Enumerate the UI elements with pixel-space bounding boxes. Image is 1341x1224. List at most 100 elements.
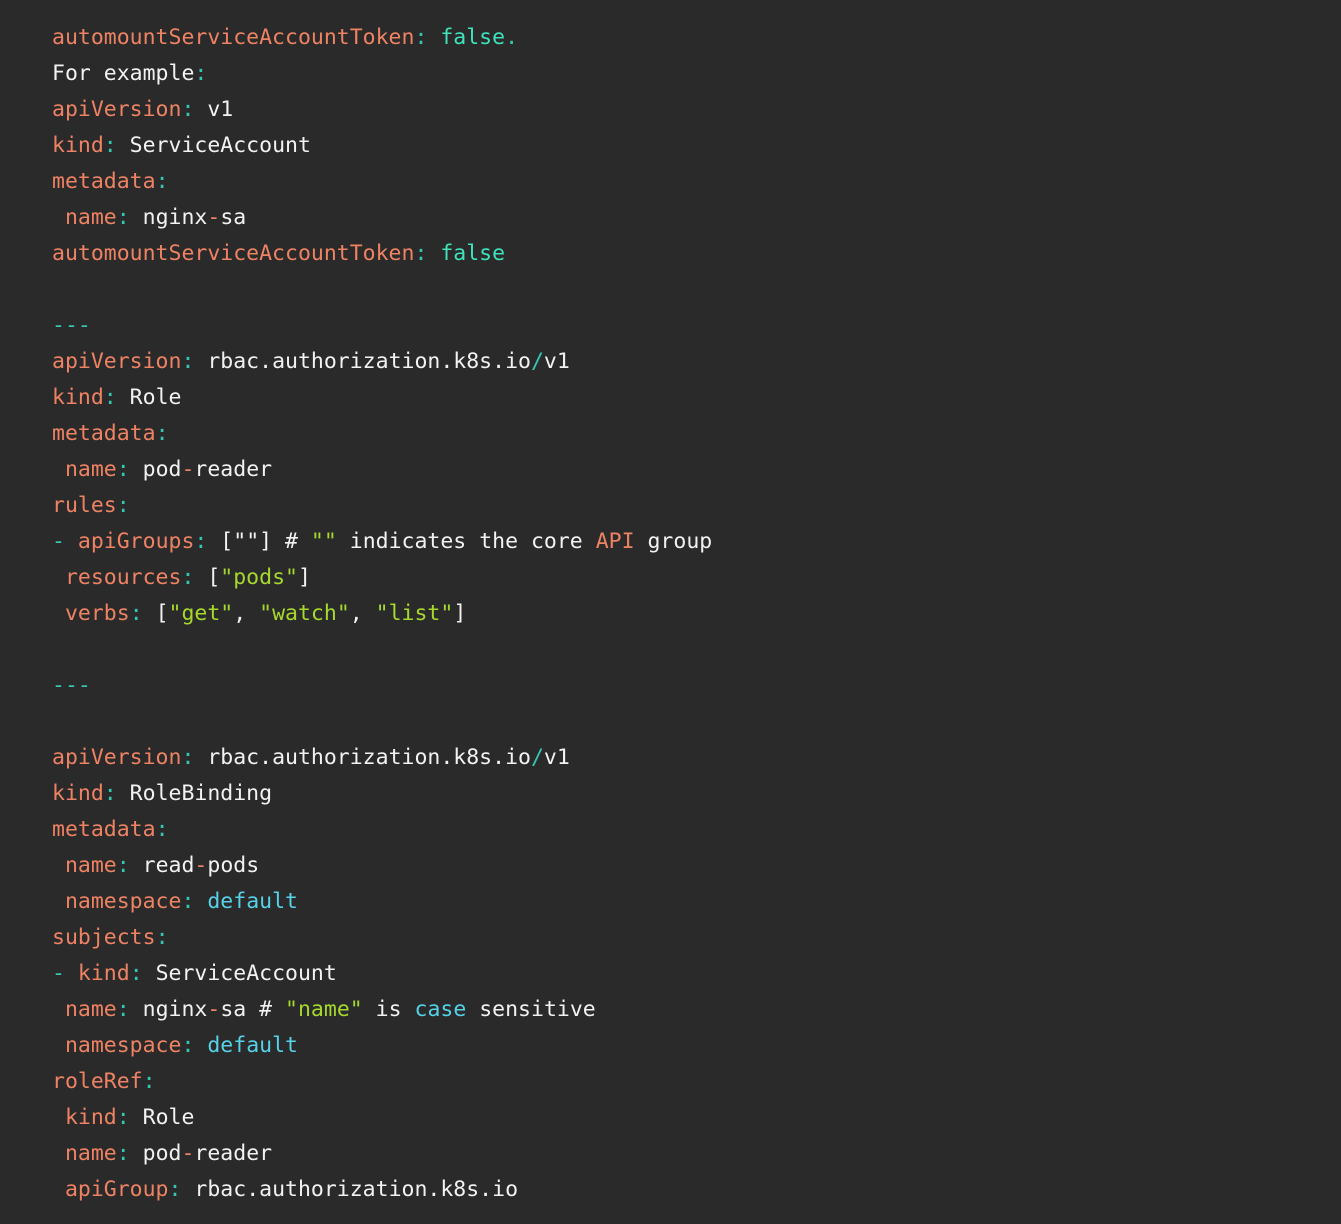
token-text bbox=[52, 1141, 65, 1166]
token-text bbox=[52, 1177, 65, 1202]
code-line: resources: ["pods"] bbox=[52, 560, 1317, 596]
token-key: kind bbox=[52, 781, 104, 806]
token-punc: --- bbox=[52, 673, 91, 698]
token-str: "watch" bbox=[259, 601, 350, 626]
token-punc: : bbox=[156, 421, 169, 446]
token-key: metadata bbox=[52, 169, 156, 194]
token-str: "name" bbox=[285, 997, 363, 1022]
code-line bbox=[52, 272, 1317, 308]
token-text: group bbox=[635, 529, 713, 554]
token-punc: : bbox=[181, 349, 194, 374]
token-punc: : bbox=[104, 781, 117, 806]
code-line: name: nginx-sa # "name" is case sensitiv… bbox=[52, 992, 1317, 1028]
token-key: - bbox=[207, 205, 220, 230]
token-text: [ bbox=[143, 601, 169, 626]
code-line: --- bbox=[52, 668, 1317, 704]
token-punc: : bbox=[117, 205, 130, 230]
code-line: --- bbox=[52, 308, 1317, 344]
token-key: apiVersion bbox=[52, 745, 181, 770]
token-key: name bbox=[65, 997, 117, 1022]
token-text bbox=[52, 457, 65, 482]
token-text: ] bbox=[453, 601, 466, 626]
token-key: subjects bbox=[52, 925, 156, 950]
token-punc: : bbox=[156, 817, 169, 842]
token-punc: : bbox=[130, 601, 143, 626]
code-line: namespace: default bbox=[52, 884, 1317, 920]
token-key: kind bbox=[52, 385, 104, 410]
token-punc: : bbox=[156, 925, 169, 950]
token-key: API bbox=[596, 529, 635, 554]
token-punc: : bbox=[130, 961, 143, 986]
token-key: apiGroups bbox=[78, 529, 195, 554]
token-text bbox=[52, 1033, 65, 1058]
code-line: kind: Role bbox=[52, 1100, 1317, 1136]
code-line: automountServiceAccountToken: false. bbox=[52, 20, 1317, 56]
token-text: indicates the core bbox=[337, 529, 596, 554]
token-punc: : bbox=[181, 565, 194, 590]
token-text bbox=[65, 529, 78, 554]
code-line: apiGroup: rbac.authorization.k8s.io bbox=[52, 1172, 1317, 1208]
token-punc: : bbox=[414, 25, 427, 50]
code-line: namespace: default bbox=[52, 1028, 1317, 1064]
token-kw: default bbox=[207, 1033, 298, 1058]
token-key: apiVersion bbox=[52, 97, 181, 122]
token-text: pod bbox=[130, 457, 182, 482]
token-punc: : bbox=[104, 133, 117, 158]
token-punc: : bbox=[104, 385, 117, 410]
token-text: ServiceAccount bbox=[143, 961, 337, 986]
code-line: name: nginx-sa bbox=[52, 200, 1317, 236]
token-text: Role bbox=[117, 385, 182, 410]
code-line: rules: bbox=[52, 488, 1317, 524]
token-text bbox=[194, 889, 207, 914]
token-text: [ bbox=[194, 565, 220, 590]
token-text bbox=[52, 889, 65, 914]
token-key: automountServiceAccountToken bbox=[52, 25, 414, 50]
token-text: nginx bbox=[130, 997, 208, 1022]
token-text: rbac.authorization.k8s.io bbox=[181, 1177, 518, 1202]
token-punc: : bbox=[117, 493, 130, 518]
token-key: resources bbox=[65, 565, 182, 590]
token-bool: false bbox=[440, 25, 505, 50]
token-key: kind bbox=[78, 961, 130, 986]
token-punc: . bbox=[505, 25, 518, 50]
token-punc: : bbox=[117, 853, 130, 878]
code-block: automountServiceAccountToken: false.For … bbox=[0, 0, 1341, 1224]
code-line: name: read-pods bbox=[52, 848, 1317, 884]
code-line: name: pod-reader bbox=[52, 452, 1317, 488]
token-text: , bbox=[233, 601, 259, 626]
code-line: subjects: bbox=[52, 920, 1317, 956]
token-bool: false bbox=[440, 241, 505, 266]
token-text: v1 bbox=[544, 745, 570, 770]
code-line: metadata: bbox=[52, 812, 1317, 848]
token-text bbox=[52, 997, 65, 1022]
token-key: rules bbox=[52, 493, 117, 518]
code-line bbox=[52, 632, 1317, 668]
token-key: metadata bbox=[52, 817, 156, 842]
token-key: verbs bbox=[65, 601, 130, 626]
code-line: automountServiceAccountToken: false bbox=[52, 236, 1317, 272]
token-key: kind bbox=[52, 133, 104, 158]
token-str: "pods" bbox=[220, 565, 298, 590]
token-key: name bbox=[65, 205, 117, 230]
token-key: name bbox=[65, 457, 117, 482]
token-key: - bbox=[181, 1141, 194, 1166]
token-punc: : bbox=[143, 1069, 156, 1094]
token-text: [""] # bbox=[207, 529, 311, 554]
token-key: namespace bbox=[65, 889, 182, 914]
token-punc: / bbox=[531, 745, 544, 770]
code-line: apiVersion: rbac.authorization.k8s.io/v1 bbox=[52, 740, 1317, 776]
token-text: rbac.authorization.k8s.io bbox=[194, 745, 531, 770]
token-text: is bbox=[363, 997, 415, 1022]
token-text: RoleBinding bbox=[117, 781, 272, 806]
code-line: name: pod-reader bbox=[52, 1136, 1317, 1172]
token-text: Role bbox=[130, 1105, 195, 1130]
token-punc: : bbox=[181, 97, 194, 122]
token-punc: / bbox=[531, 349, 544, 374]
token-text: reader bbox=[194, 1141, 272, 1166]
token-key: - bbox=[207, 997, 220, 1022]
code-line: apiVersion: rbac.authorization.k8s.io/v1 bbox=[52, 344, 1317, 380]
token-text: rbac.authorization.k8s.io bbox=[194, 349, 531, 374]
code-line: metadata: bbox=[52, 164, 1317, 200]
token-punc: : bbox=[181, 889, 194, 914]
token-punc: : bbox=[194, 529, 207, 554]
